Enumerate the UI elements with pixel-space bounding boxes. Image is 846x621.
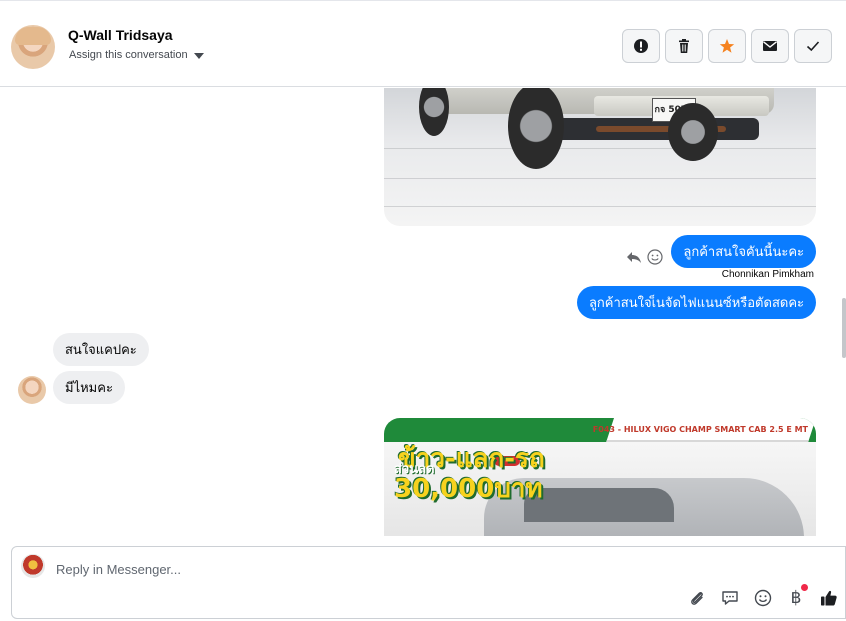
- saved-reply-icon: [722, 591, 738, 605]
- like-button[interactable]: [819, 588, 839, 608]
- outgoing-message[interactable]: ลูกค้าสนใจคันนี้นะคะ: [671, 235, 816, 268]
- reply-icon[interactable]: [626, 249, 642, 265]
- assign-conversation-dropdown[interactable]: Assign this conversation: [69, 49, 204, 61]
- incoming-message[interactable]: มีไหมคะ: [53, 371, 125, 404]
- alert-icon: [634, 39, 648, 53]
- baht-icon: ฿: [790, 588, 802, 608]
- attach-file-button[interactable]: [687, 588, 707, 608]
- floor-tile-line: [384, 206, 816, 207]
- message-thread[interactable]: กจ 5073 ลูกค้าสนใจคันนี้นะคะ Chonnikan P…: [0, 88, 846, 536]
- ad-promo-amount: 30,000บาท: [394, 474, 543, 504]
- star-button[interactable]: [708, 29, 746, 63]
- envelope-icon: [763, 41, 777, 51]
- emoji-button[interactable]: [753, 588, 773, 608]
- page-avatar: [21, 554, 45, 578]
- mark-unread-button[interactable]: [751, 29, 789, 63]
- outgoing-message[interactable]: ลูกค้าสนใจเ็นจัดไฟแนนซ์หรือตัดสดคะ: [576, 286, 816, 319]
- trash-icon: [679, 39, 689, 53]
- ad-car-window: [524, 488, 674, 522]
- floor-tile-line: [384, 148, 816, 149]
- conversation-actions: [622, 29, 832, 63]
- reply-input[interactable]: [56, 559, 656, 579]
- reply-composer: ฿: [11, 546, 846, 619]
- delete-button[interactable]: [665, 29, 703, 63]
- conversation-header: Q-Wall Tridsaya Assign this conversation: [0, 0, 846, 87]
- car-ad-image-attachment[interactable]: F043 - HILUX VIGO CHAMP SMART CAB 2.5 E …: [384, 418, 816, 536]
- ad-model-label: F043 - HILUX VIGO CHAMP SMART CAB 2.5 E …: [592, 425, 808, 434]
- reaction-icon[interactable]: [647, 249, 663, 265]
- star-icon: [719, 39, 735, 53]
- thread-scrollbar[interactable]: [842, 298, 846, 358]
- paperclip-icon: [691, 592, 703, 605]
- emoji-icon: [754, 589, 772, 607]
- spam-button[interactable]: [622, 29, 660, 63]
- incoming-message[interactable]: สนใจแคปคะ: [53, 333, 149, 366]
- contact-avatar-small[interactable]: [18, 376, 46, 404]
- assign-label: Assign this conversation: [69, 49, 188, 61]
- thumbs-up-icon: [821, 590, 837, 606]
- message-sender-name: Chonnikan Pimkham: [721, 269, 814, 280]
- mark-done-button[interactable]: [794, 29, 832, 63]
- floor-tile-line: [384, 178, 816, 179]
- saved-replies-button[interactable]: [720, 588, 740, 608]
- truck-wheel: [419, 88, 449, 136]
- composer-tools: ฿: [687, 584, 839, 608]
- caret-down-icon: [193, 52, 204, 59]
- check-icon: [806, 41, 820, 52]
- car-photo-attachment[interactable]: กจ 5073: [384, 88, 816, 226]
- notification-dot: [801, 584, 808, 591]
- payment-button[interactable]: ฿: [786, 584, 808, 608]
- truck-wheel: [508, 88, 564, 169]
- contact-name[interactable]: Q-Wall Tridsaya: [68, 27, 173, 43]
- truck-wheel: [668, 103, 718, 161]
- contact-avatar[interactable]: [11, 25, 55, 69]
